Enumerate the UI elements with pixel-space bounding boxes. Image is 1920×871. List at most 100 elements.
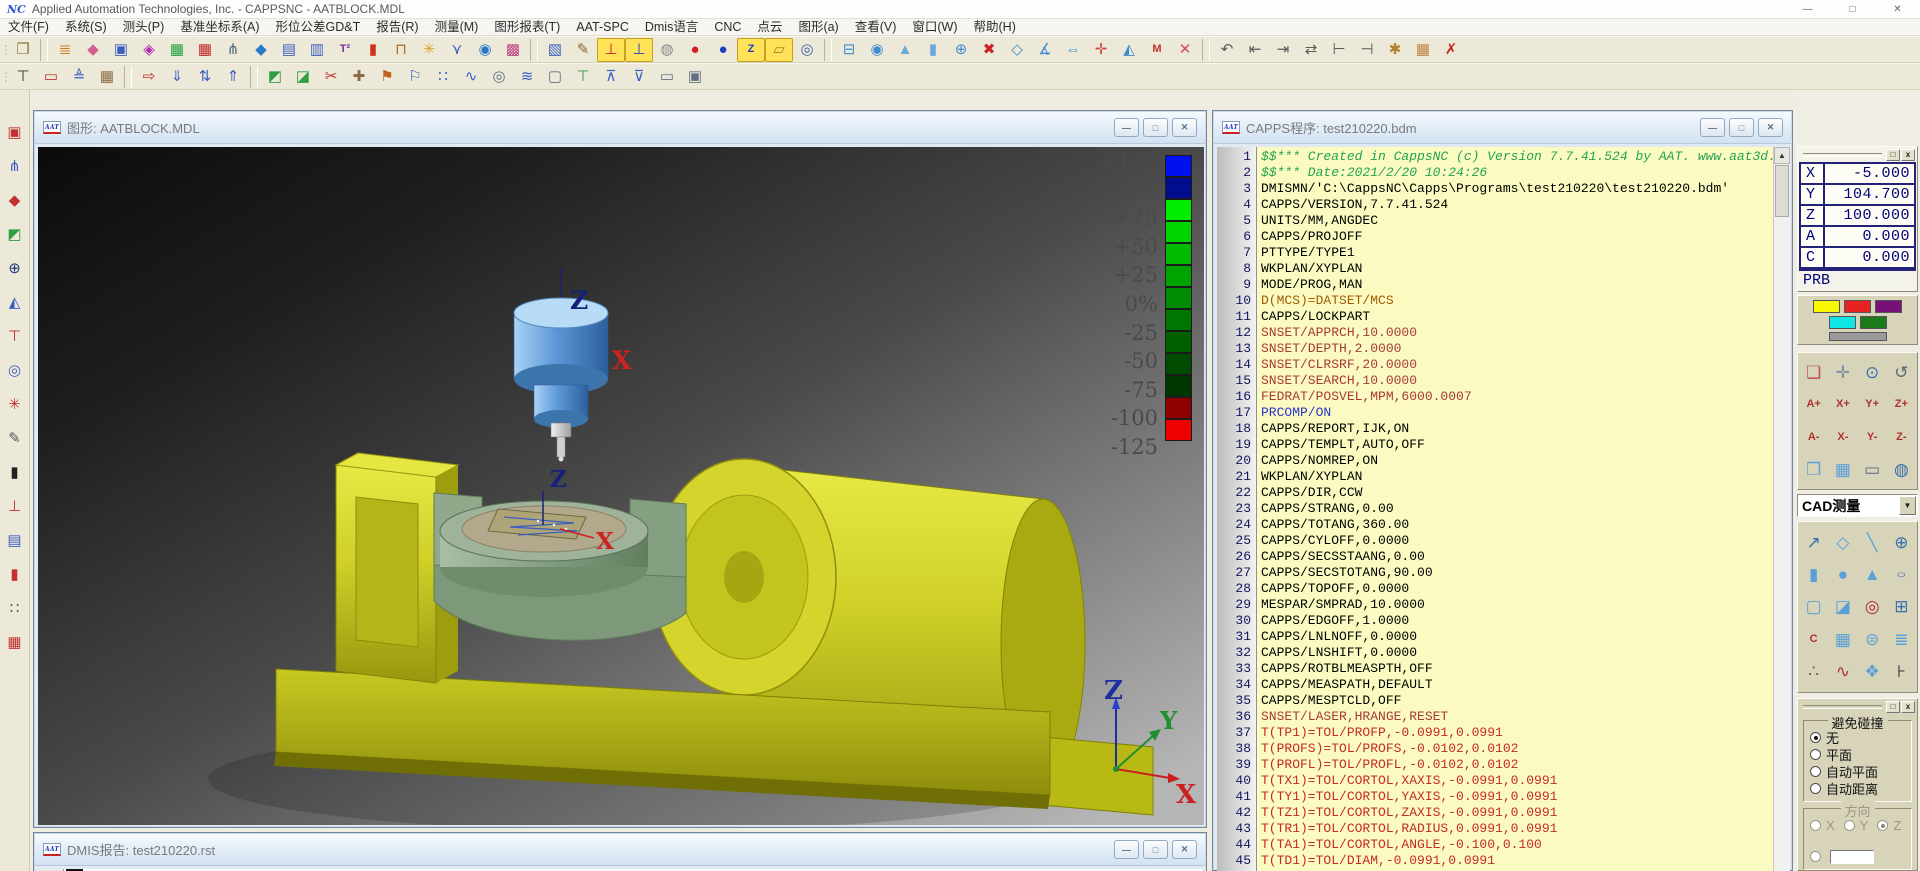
spark-icon[interactable]: ✳ xyxy=(415,38,443,62)
probe-calibrate-icon[interactable]: ⋔ xyxy=(219,38,247,62)
close-button[interactable]: ✕ xyxy=(1758,118,1783,137)
palette-swatch[interactable] xyxy=(1813,300,1840,313)
export-red-icon[interactable]: ⇨ xyxy=(135,65,163,89)
thermometer-icon[interactable]: ▮ xyxy=(359,38,387,62)
menu-item-8[interactable]: 图形报表(T) xyxy=(486,19,568,36)
frame-window-icon[interactable]: ▣ xyxy=(107,38,135,62)
tee-red-icon[interactable]: ⊤ xyxy=(3,324,27,348)
measure-cylinder-icon[interactable]: ▮ xyxy=(919,38,947,62)
maximize-button[interactable]: □ xyxy=(1143,118,1168,137)
measure-torus-icon[interactable]: ⊜ xyxy=(1859,624,1886,655)
radio-icon[interactable] xyxy=(1810,820,1821,831)
measure-position-icon[interactable]: ✛ xyxy=(1087,38,1115,62)
measure-plane-icon[interactable]: ◇ xyxy=(1003,38,1031,62)
measure-cone-icon[interactable]: ▲ xyxy=(891,38,919,62)
ball-red-icon[interactable]: ● xyxy=(681,38,709,62)
close-button[interactable]: ✕ xyxy=(1875,0,1920,19)
measure-torus-target-icon[interactable]: ◎ xyxy=(1859,591,1886,622)
palette-swatch[interactable] xyxy=(1875,300,1902,313)
menu-item-14[interactable]: 查看(V) xyxy=(847,19,905,36)
restore-button[interactable]: □ xyxy=(1886,149,1900,161)
jog-a-plus-icon[interactable]: A+ xyxy=(1800,389,1827,420)
grid-points-icon[interactable]: ∷ xyxy=(429,65,457,89)
collision-panel-titlebar[interactable]: □x xyxy=(1798,699,1917,714)
pen-gray-icon[interactable]: ✎ xyxy=(3,426,27,450)
menu-item-2[interactable]: 系统(S) xyxy=(57,19,115,36)
radio-icon[interactable] xyxy=(1810,749,1821,760)
save-results-icon[interactable]: ▦ xyxy=(191,38,219,62)
color-palette-icon[interactable]: ▩ xyxy=(499,38,527,62)
code-editor[interactable]: 1234567891011121314151617181920212223242… xyxy=(1217,147,1790,871)
measure-construct-icon[interactable]: ◭ xyxy=(1115,38,1143,62)
maximize-button[interactable]: □ xyxy=(1143,840,1168,859)
gauge-up-icon[interactable]: ⇑ xyxy=(219,65,247,89)
measure-arc-icon[interactable]: C xyxy=(1800,624,1827,655)
measure-ellipse-icon[interactable]: ○ xyxy=(1888,559,1915,590)
pin-up-icon[interactable]: ⊼ xyxy=(597,65,625,89)
level-tool-icon[interactable]: ⊤ xyxy=(9,65,37,89)
measure-probe-icon[interactable]: ⊦ xyxy=(1888,656,1915,687)
cage-sphere-icon[interactable]: ◍ xyxy=(653,38,681,62)
save-program-icon[interactable]: ▦ xyxy=(163,38,191,62)
menu-item-10[interactable]: Dmis语言 xyxy=(637,19,706,36)
star-red-icon[interactable]: ✳ xyxy=(3,392,27,416)
matrix-icon[interactable]: ▦ xyxy=(1409,38,1437,62)
minimize-button[interactable]: — xyxy=(1114,840,1139,859)
menu-item-16[interactable]: 帮助(H) xyxy=(966,19,1024,36)
jog-y-minus-icon[interactable]: Y- xyxy=(1859,422,1886,453)
probe-vertical-blue-icon[interactable]: ⊥ xyxy=(625,38,653,62)
jog-z-plus-icon[interactable]: Z+ xyxy=(1888,389,1915,420)
select-red-icon[interactable]: ▣ xyxy=(3,120,27,144)
measure-circle-icon[interactable]: ⊕ xyxy=(1888,527,1915,558)
stop-frame-icon[interactable]: ▣ xyxy=(681,65,709,89)
close-button[interactable]: x xyxy=(1901,701,1915,713)
measure-mirror-icon[interactable]: M xyxy=(1143,38,1171,62)
measure-level-icon[interactable]: ⊟ xyxy=(835,38,863,62)
measure-cylinder-icon[interactable]: ▮ xyxy=(1800,559,1827,590)
measure-curve-icon[interactable]: ∿ xyxy=(1829,656,1856,687)
direction-option[interactable]: Z xyxy=(1877,817,1901,834)
jog-z-minus-icon[interactable]: Z- xyxy=(1888,422,1915,453)
globe-settings-icon[interactable]: ◉ xyxy=(471,38,499,62)
measure-circle-icon[interactable]: ⊕ xyxy=(947,38,975,62)
calendar-icon[interactable]: ▦ xyxy=(93,65,121,89)
zoom-icon[interactable]: ⊙ xyxy=(1859,357,1886,388)
measure-plane-icon[interactable]: ◇ xyxy=(1829,527,1856,558)
palette-swatch[interactable] xyxy=(1829,316,1856,329)
close-button[interactable]: x xyxy=(1901,149,1915,161)
radio-icon[interactable] xyxy=(1810,783,1821,794)
iso-cube-icon[interactable]: ❒ xyxy=(1800,454,1827,485)
dro-panel-titlebar[interactable]: □x xyxy=(1798,147,1917,162)
collision-option[interactable]: 平面 xyxy=(1810,746,1907,763)
monitor-view-icon[interactable]: ▭ xyxy=(1859,454,1886,485)
delete-all-icon[interactable]: ✗ xyxy=(1437,38,1465,62)
measure-surface-icon[interactable]: ❖ xyxy=(1859,656,1886,687)
diamond-feature-icon[interactable]: ◈ xyxy=(135,38,163,62)
tee-green-icon[interactable]: ⊤ xyxy=(569,65,597,89)
menu-item-11[interactable]: CNC xyxy=(706,19,749,36)
z-axis-icon[interactable]: Z xyxy=(737,38,765,62)
part-model-icon[interactable]: ◆ xyxy=(79,38,107,62)
probe-tree-icon[interactable]: ⋔ xyxy=(3,154,27,178)
jog-y-plus-icon[interactable]: Y+ xyxy=(1859,389,1886,420)
close-button[interactable]: ✕ xyxy=(1172,840,1197,859)
cross-icon[interactable]: ✚ xyxy=(345,65,373,89)
jog-x-plus-icon[interactable]: X+ xyxy=(1829,389,1856,420)
measure-wedge-icon[interactable]: ◪ xyxy=(1829,591,1856,622)
monitor-config-icon[interactable]: ▦ xyxy=(1829,454,1856,485)
measure-line-icon[interactable]: ╲ xyxy=(1859,527,1886,558)
box-red-icon[interactable]: ▦ xyxy=(3,630,27,654)
open-folder-icon[interactable]: ❒ xyxy=(9,38,37,62)
code-lines[interactable]: $$*** Created in CappsNC (c) Version 7.7… xyxy=(1261,147,1773,871)
cone-blue-icon[interactable]: ◭ xyxy=(3,290,27,314)
chevron-down-icon[interactable]: ▼ xyxy=(1899,496,1916,515)
construct-plane-b-icon[interactable]: ◪ xyxy=(289,65,317,89)
gear-icon[interactable]: ✱ xyxy=(1381,38,1409,62)
measure-delete-icon[interactable]: ✖ xyxy=(975,38,1003,62)
tf-red-icon[interactable]: ⊥ xyxy=(3,494,27,518)
palette-swatch[interactable] xyxy=(1860,316,1887,329)
measure-remove-icon[interactable]: ✕ xyxy=(1171,38,1199,62)
radio-icon[interactable] xyxy=(1810,766,1821,777)
palette-swatch[interactable] xyxy=(1829,332,1887,341)
plane-2d-icon[interactable]: ▱ xyxy=(765,38,793,62)
